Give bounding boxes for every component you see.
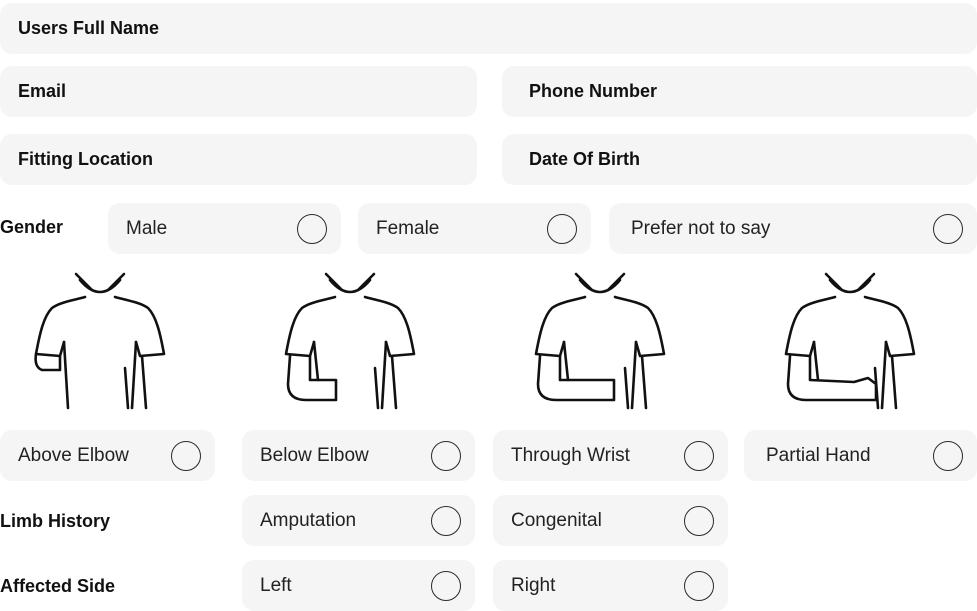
email-input[interactable]: Email (0, 66, 477, 117)
affected-side-option-left[interactable]: Left (242, 560, 475, 611)
radio-circle-icon[interactable] (297, 213, 327, 244)
radio-circle-icon[interactable] (431, 505, 461, 536)
option-label: Amputation (260, 509, 357, 531)
full-name-placeholder: Users Full Name (18, 18, 160, 38)
limb-history-label: Limb History (0, 511, 111, 531)
option-label: Male (126, 217, 168, 239)
level-option-through-wrist[interactable]: Through Wrist (493, 430, 728, 481)
gender-label: Gender (0, 217, 64, 237)
option-label: Below Elbow (260, 444, 369, 466)
option-label: Partial Hand (766, 444, 871, 466)
fitting-location-input[interactable]: Fitting Location (0, 134, 477, 185)
email-placeholder: Email (18, 81, 67, 101)
level-option-above-elbow[interactable]: Above Elbow (0, 430, 215, 481)
option-label: Congenital (511, 509, 602, 531)
torso-partial-hand-icon (780, 272, 920, 414)
gender-option-male[interactable]: Male (108, 203, 341, 254)
option-label: Right (511, 574, 556, 596)
affected-side-option-right[interactable]: Right (493, 560, 728, 611)
phone-placeholder: Phone Number (529, 81, 658, 101)
torso-through-wrist-icon (530, 272, 670, 414)
level-option-below-elbow[interactable]: Below Elbow (242, 430, 475, 481)
gender-option-prefer-not-to-say[interactable]: Prefer not to say (609, 203, 977, 254)
limb-history-option-congenital[interactable]: Congenital (493, 495, 728, 546)
radio-circle-icon[interactable] (684, 505, 714, 536)
option-label: Through Wrist (511, 444, 630, 466)
affected-side-label: Affected Side (0, 576, 116, 596)
radio-circle-icon[interactable] (933, 440, 963, 471)
date-of-birth-placeholder: Date Of Birth (529, 149, 641, 169)
limb-history-option-amputation[interactable]: Amputation (242, 495, 475, 546)
torso-below-elbow-icon (280, 272, 420, 414)
option-label: Prefer not to say (631, 217, 771, 239)
option-label: Female (376, 217, 440, 239)
option-label: Left (260, 574, 292, 596)
phone-input[interactable]: Phone Number (502, 66, 977, 117)
full-name-input[interactable]: Users Full Name (0, 3, 977, 54)
radio-circle-icon[interactable] (684, 440, 714, 471)
radio-circle-icon[interactable] (547, 213, 577, 244)
fitting-location-placeholder: Fitting Location (18, 149, 153, 169)
date-of-birth-input[interactable]: Date Of Birth (502, 134, 977, 185)
radio-circle-icon[interactable] (431, 440, 461, 471)
option-label: Above Elbow (18, 444, 129, 466)
gender-option-female[interactable]: Female (358, 203, 591, 254)
radio-circle-icon[interactable] (171, 440, 201, 471)
torso-above-elbow-icon (30, 272, 170, 414)
radio-circle-icon[interactable] (431, 570, 461, 601)
radio-circle-icon[interactable] (933, 213, 963, 244)
radio-circle-icon[interactable] (684, 570, 714, 601)
level-option-partial-hand[interactable]: Partial Hand (744, 430, 977, 481)
